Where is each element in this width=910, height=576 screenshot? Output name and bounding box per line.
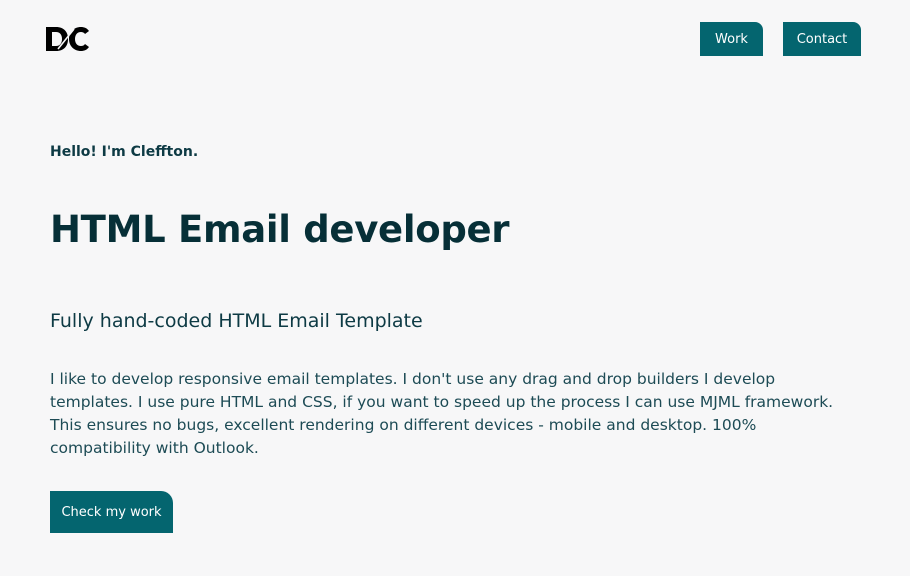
dc-logo-icon[interactable] [45,25,91,53]
hero-subheading: Fully hand-coded HTML Email Template [50,310,423,332]
hero-headline: HTML Email developer [50,208,510,251]
hero-greeting: Hello! I'm Cleffton. [50,144,199,160]
nav-contact-button[interactable]: Contact [783,22,861,56]
check-my-work-button[interactable]: Check my work [50,491,173,533]
nav-work-button[interactable]: Work [700,22,763,56]
hero-description: I like to develop responsive email templ… [50,370,834,457]
